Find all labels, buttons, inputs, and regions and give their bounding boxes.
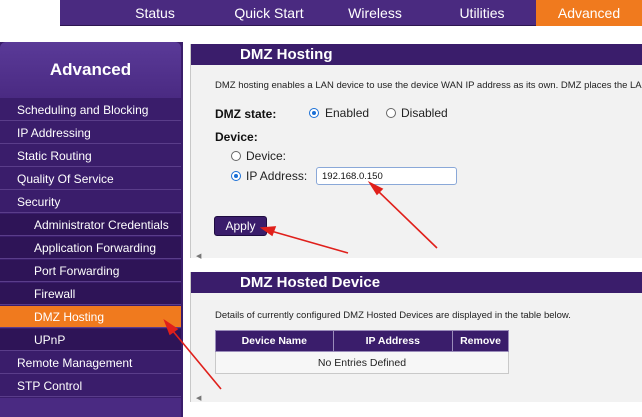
column-ip-address: IP Address [332,330,454,352]
dmz-hosted-device-title: DMZ Hosted Device [191,272,642,293]
hosted-description: Details of currently configured DMZ Host… [215,310,571,321]
tab-wireless[interactable]: Wireless [330,0,420,26]
dmz-enabled-radio[interactable] [309,108,319,118]
device-heading: Device: [215,130,258,144]
sidebar-item-administrator-credentials[interactable]: Administrator Credentials [0,214,181,236]
ip-address-option-label: IP Address: [246,169,308,183]
sidebar-item-ip-addressing[interactable]: IP Addressing [0,122,181,144]
ip-address-radio[interactable] [231,171,241,181]
sidebar-item-remote-management[interactable]: Remote Management [0,352,181,374]
dmz-state-label: DMZ state: [215,107,277,121]
ip-address-input[interactable] [316,167,457,185]
device-radio[interactable] [231,151,241,161]
dmz-hosting-title: DMZ Hosting [191,44,642,65]
apply-button[interactable]: Apply [214,216,267,236]
sidebar-item-port-forwarding[interactable]: Port Forwarding [0,260,181,282]
sidebar-item-static-routing[interactable]: Static Routing [0,145,181,167]
sidebar-title: Advanced [0,42,181,98]
empty-entries-text: No Entries Defined [215,351,509,374]
dmz-disabled-label: Disabled [401,106,448,120]
tab-utilities[interactable]: Utilities [437,0,527,26]
tab-advanced[interactable]: Advanced [536,0,642,26]
sidebar-item-quality-of-service[interactable]: Quality Of Service [0,168,181,190]
dmz-disabled-radio[interactable] [386,108,396,118]
tab-quick-start[interactable]: Quick Start [224,0,314,26]
sidebar: Advanced Scheduling and Blocking IP Addr… [0,42,183,417]
sidebar-item-partial [0,398,181,417]
tab-status[interactable]: Status [110,0,200,26]
scroll-left-icon[interactable]: ◀ [196,252,201,260]
sidebar-item-application-forwarding[interactable]: Application Forwarding [0,237,181,259]
dmz-description: DMZ hosting enables a LAN device to use … [215,80,642,91]
sidebar-item-upnp[interactable]: UPnP [0,329,181,351]
dmz-enabled-label: Enabled [325,106,370,120]
hosted-devices-table: Device Name IP Address Remove No Entries… [215,330,509,374]
top-navigation: Status Quick Start Wireless Utilities Ad… [0,0,642,27]
device-option-label: Device: [246,149,287,163]
sidebar-item-scheduling-and-blocking[interactable]: Scheduling and Blocking [0,99,181,121]
table-row: No Entries Defined [215,351,509,374]
scroll-left-icon-2[interactable]: ◀ [196,394,201,402]
sidebar-item-dmz-hosting[interactable]: DMZ Hosting [0,306,181,328]
sidebar-item-stp-control[interactable]: STP Control [0,375,181,397]
column-device-name: Device Name [215,330,334,352]
sidebar-item-security[interactable]: Security [0,191,181,213]
sidebar-item-firewall[interactable]: Firewall [0,283,181,305]
column-remove: Remove [452,330,509,352]
